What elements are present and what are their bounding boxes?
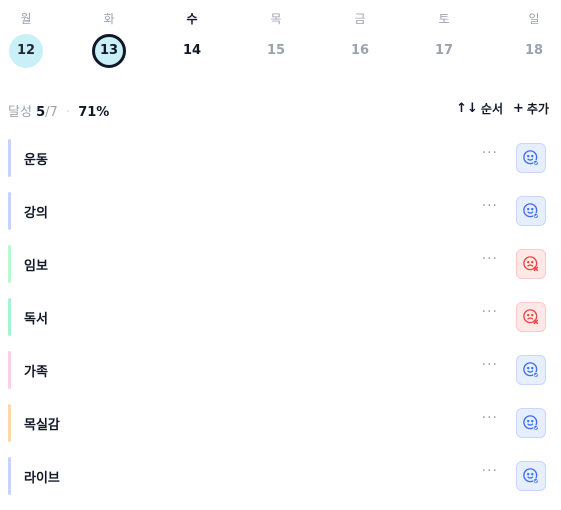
day-label-sat: 토 [438,12,450,26]
habit-accent-bar [8,298,11,336]
summary-total: /7 [45,105,58,120]
summary-percent: 71% [78,105,110,120]
habit-label: 강의 [24,206,48,221]
habit-accent-bar [8,351,11,389]
habit-label: 독서 [24,312,48,327]
date-wed[interactable]: 14 [175,34,209,68]
status-face-icon[interactable] [516,249,546,279]
habit-accent-bar [8,245,11,283]
summary-done: 5 [36,105,46,120]
status-face-icon[interactable] [516,302,546,332]
day-label-sun: 일 [528,12,540,26]
day-label-fri: 금 [354,12,366,26]
status-face-icon[interactable] [516,196,546,226]
habit-label: 운동 [24,153,48,168]
summary-separator: · [65,105,71,120]
status-face-icon[interactable] [516,143,546,173]
achievement-summary: 달성 5/7 · 71% [8,101,109,120]
day-label-wed: 수 [186,12,198,26]
more-options-icon[interactable]: ··· [482,145,498,161]
more-options-icon[interactable]: ··· [482,410,498,426]
habit-label: 임보 [24,259,48,274]
more-options-icon[interactable]: ··· [482,198,498,214]
day-label-thu: 목 [270,12,282,26]
habit-row[interactable]: 라이브 ··· [8,451,548,495]
week-strip: 월 12 화 13 수 14 목 15 금 16 토 17 일 18 [0,0,561,80]
add-label: 추가 [526,102,549,116]
day-label-mon: 월 [20,12,32,26]
date-mon[interactable]: 12 [9,34,43,68]
more-options-icon[interactable]: ··· [482,304,498,320]
day-label-tue: 화 [103,12,115,26]
habit-label: 가족 [24,365,48,380]
plus-icon: + [513,101,524,116]
date-sun[interactable]: 18 [517,34,551,68]
habit-accent-bar [8,457,11,495]
habit-row[interactable]: 목실감 ··· [8,398,548,442]
habit-label: 라이브 [24,471,60,486]
add-button[interactable]: + 추가 [513,100,549,117]
date-fri[interactable]: 16 [343,34,377,68]
habit-accent-bar [8,192,11,230]
habit-row[interactable]: 독서 ··· [8,292,548,336]
habit-accent-bar [8,404,11,442]
more-options-icon[interactable]: ··· [482,463,498,479]
summary-label: 달성 [8,105,32,120]
more-options-icon[interactable]: ··· [482,357,498,373]
habit-accent-bar [8,139,11,177]
status-face-icon[interactable] [516,408,546,438]
sort-icon: ↑↓ [456,101,478,116]
date-tue[interactable]: 13 [92,34,126,68]
habit-row[interactable]: 강의 ··· [8,186,548,230]
habit-row[interactable]: 임보 ··· [8,239,548,283]
list-actions: ↑↓ 순서 + 추가 [456,100,549,117]
date-sat[interactable]: 17 [427,34,461,68]
habit-row[interactable]: 운동 ··· [8,133,548,177]
order-button[interactable]: ↑↓ 순서 [456,100,503,117]
status-face-icon[interactable] [516,461,546,491]
status-face-icon[interactable] [516,355,546,385]
habit-label: 목실감 [24,418,60,433]
habit-row[interactable]: 가족 ··· [8,345,548,389]
date-thu[interactable]: 15 [259,34,293,68]
order-label: 순서 [480,102,503,116]
more-options-icon[interactable]: ··· [482,251,498,267]
